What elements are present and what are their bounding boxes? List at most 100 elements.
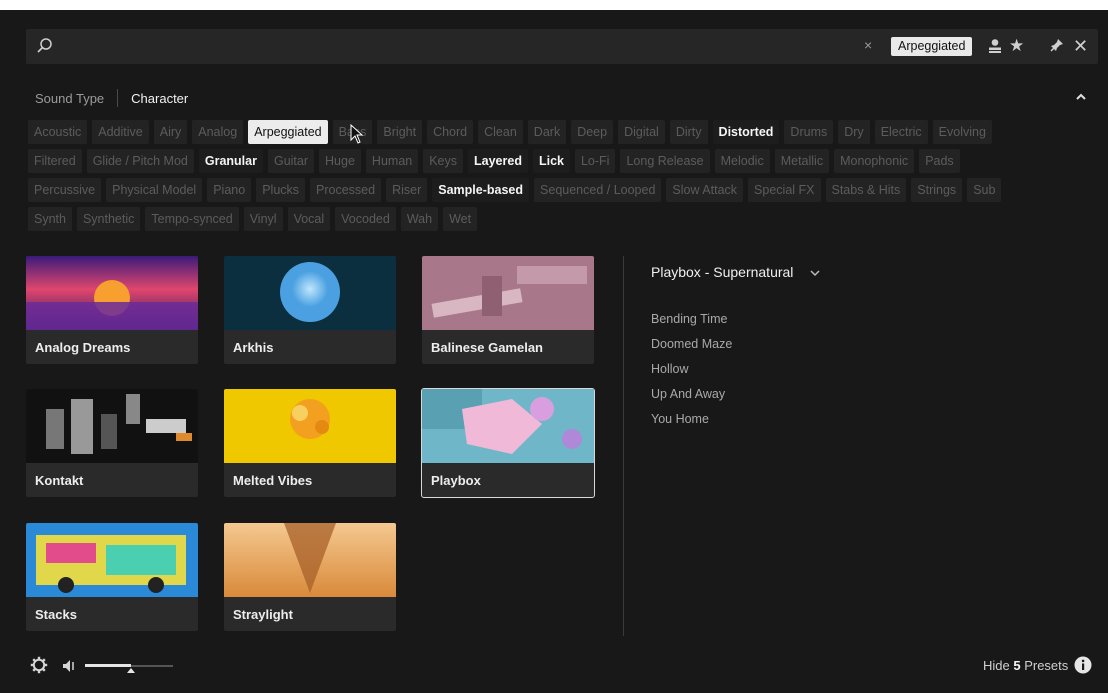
mouse-cursor-icon [350, 124, 364, 144]
favorites-star-icon[interactable]: ★ [1009, 36, 1024, 56]
tag-chip[interactable]: Electric [874, 120, 928, 144]
preset-item[interactable]: Up And Away [651, 387, 732, 412]
tag-row: Synth Synthetic Tempo-synced Vinyl Vocal Voco… [28, 207, 1088, 231]
tag-chip[interactable]: Tempo-synced [145, 207, 239, 231]
tag-chip[interactable]: Vocoded [335, 207, 396, 231]
tag-chip[interactable]: Processed [310, 178, 382, 202]
product-card-analog-dreams[interactable]: Analog Dreams [26, 256, 198, 364]
product-card-arkhis[interactable]: Arkhis [224, 256, 396, 364]
tag-chip[interactable]: Lick [532, 149, 570, 173]
tag-chip[interactable]: Arpeggiated [248, 120, 328, 144]
tag-chip[interactable]: Dark [527, 120, 567, 144]
preset-item[interactable]: Doomed Maze [651, 337, 732, 362]
tag-chip[interactable]: Long Release [620, 149, 710, 173]
tag-chip[interactable]: Clean [478, 120, 523, 144]
gear-icon[interactable] [30, 656, 48, 674]
tag-chip[interactable]: Human [365, 149, 419, 173]
tag-row: Filtered Glide / Pitch Mod Granular Guitar H… [28, 149, 1088, 173]
tag-chip[interactable]: Melodic [714, 149, 770, 173]
product-name: Balinese Gamelan [431, 340, 543, 355]
product-card-balinese-gamelan[interactable]: Balinese Gamelan [422, 256, 594, 364]
tag-chip[interactable]: Metallic [774, 149, 830, 173]
info-icon[interactable] [1074, 656, 1092, 674]
tag-chip[interactable]: Guitar [267, 149, 315, 173]
product-name: Analog Dreams [35, 340, 131, 355]
chevron-up-icon[interactable] [1074, 90, 1088, 104]
tag-chip[interactable]: Granular [198, 149, 263, 173]
product-card-melted-vibes[interactable]: Melted Vibes [224, 389, 396, 497]
tag-chip[interactable]: Piano [207, 178, 252, 202]
tag-chip[interactable]: Airy [153, 120, 188, 144]
tag-chip[interactable]: Evolving [932, 120, 992, 144]
tag-chip[interactable]: Slow Attack [666, 178, 744, 202]
preset-list: Bending Time Doomed Maze Hollow Up And A… [651, 312, 732, 437]
product-name: Arkhis [233, 340, 274, 355]
product-name: Straylight [233, 607, 293, 622]
tag-chip[interactable]: Vocal [287, 207, 331, 231]
tag-chip[interactable]: Physical Model [106, 178, 203, 202]
tag-chip[interactable]: Percussive [28, 178, 102, 202]
tag-chip[interactable]: Drums [784, 120, 834, 144]
tag-chip[interactable]: Keys [423, 149, 464, 173]
straylight-thumbnail [224, 523, 396, 597]
panel-divider [623, 256, 624, 636]
tag-chip[interactable]: Lo-Fi [574, 149, 616, 173]
tag-chip[interactable]: Bright [377, 120, 423, 144]
tag-chip[interactable]: Sequenced / Looped [534, 178, 662, 202]
active-filter-chip[interactable]: Arpeggiated [891, 37, 973, 56]
tag-chip[interactable]: Acoustic [28, 120, 88, 144]
kontakt-thumbnail [26, 389, 198, 463]
preset-bank-title[interactable]: Playbox - Supernatural [651, 264, 793, 280]
tag-chip[interactable]: Sample-based [432, 178, 530, 202]
tag-chip[interactable]: Chord [427, 120, 474, 144]
tag-chip[interactable]: Glide / Pitch Mod [86, 149, 194, 173]
tag-chip[interactable]: Plucks [256, 178, 306, 202]
tag-chip[interactable]: Deep [571, 120, 614, 144]
tag-chip[interactable]: Wah [400, 207, 439, 231]
tag-chip[interactable]: Huge [319, 149, 361, 173]
tag-chip[interactable]: Sub [967, 178, 1002, 202]
character-tags: AcousticAdditiveAiryAnalogArpeggiatedBas… [28, 120, 1088, 236]
tag-chip[interactable]: Stabs & Hits [825, 178, 907, 202]
volume-slider-thumb[interactable] [126, 668, 135, 673]
volume-slider-fill [85, 664, 131, 667]
clear-search-icon[interactable]: × [864, 37, 872, 53]
tag-chip[interactable]: Pads [919, 149, 960, 173]
tag-chip[interactable]: Synthetic [76, 207, 141, 231]
user-icon[interactable] [987, 38, 1003, 54]
search-input[interactable] [66, 35, 850, 59]
chevron-down-icon[interactable] [809, 268, 821, 278]
pin-icon[interactable] [1050, 38, 1064, 52]
tag-chip[interactable]: Riser [386, 178, 428, 202]
tag-chip[interactable]: Distorted [712, 120, 780, 144]
tag-chip[interactable]: Wet [443, 207, 478, 231]
preset-item[interactable]: Bending Time [651, 312, 732, 337]
tag-chip[interactable]: Monophonic [834, 149, 915, 173]
tab-character[interactable]: Character [131, 91, 188, 106]
tab-divider [117, 89, 119, 107]
tag-chip[interactable]: Filtered [28, 149, 82, 173]
tag-chip[interactable]: Analog [192, 120, 244, 144]
preset-item[interactable]: You Home [651, 412, 732, 437]
playbox-thumbnail [422, 389, 594, 463]
product-card-straylight[interactable]: Straylight [224, 523, 396, 631]
tag-chip[interactable]: Synth [28, 207, 72, 231]
melted-vibes-thumbnail [224, 389, 396, 463]
volume-icon[interactable] [62, 659, 80, 673]
preset-item[interactable]: Hollow [651, 362, 732, 387]
tag-chip[interactable]: Digital [618, 120, 665, 144]
close-icon[interactable]: ✕ [1073, 34, 1088, 58]
hide-presets-toggle[interactable]: Hide 5 Presets [983, 658, 1068, 673]
product-card-playbox[interactable]: Playbox [421, 388, 595, 498]
tag-chip[interactable]: Dirty [669, 120, 708, 144]
product-card-kontakt[interactable]: Kontakt [26, 389, 198, 497]
tag-chip[interactable]: Strings [911, 178, 963, 202]
search-bar: × Arpeggiated ★ ✕ [26, 29, 1098, 64]
tag-chip[interactable]: Special FX [748, 178, 821, 202]
tag-chip[interactable]: Layered [468, 149, 528, 173]
tab-sound-type[interactable]: Sound Type [35, 91, 104, 106]
tag-chip[interactable]: Dry [838, 120, 870, 144]
tag-chip[interactable]: Vinyl [243, 207, 283, 231]
tag-chip[interactable]: Additive [92, 120, 149, 144]
product-card-stacks[interactable]: Stacks [26, 523, 198, 631]
